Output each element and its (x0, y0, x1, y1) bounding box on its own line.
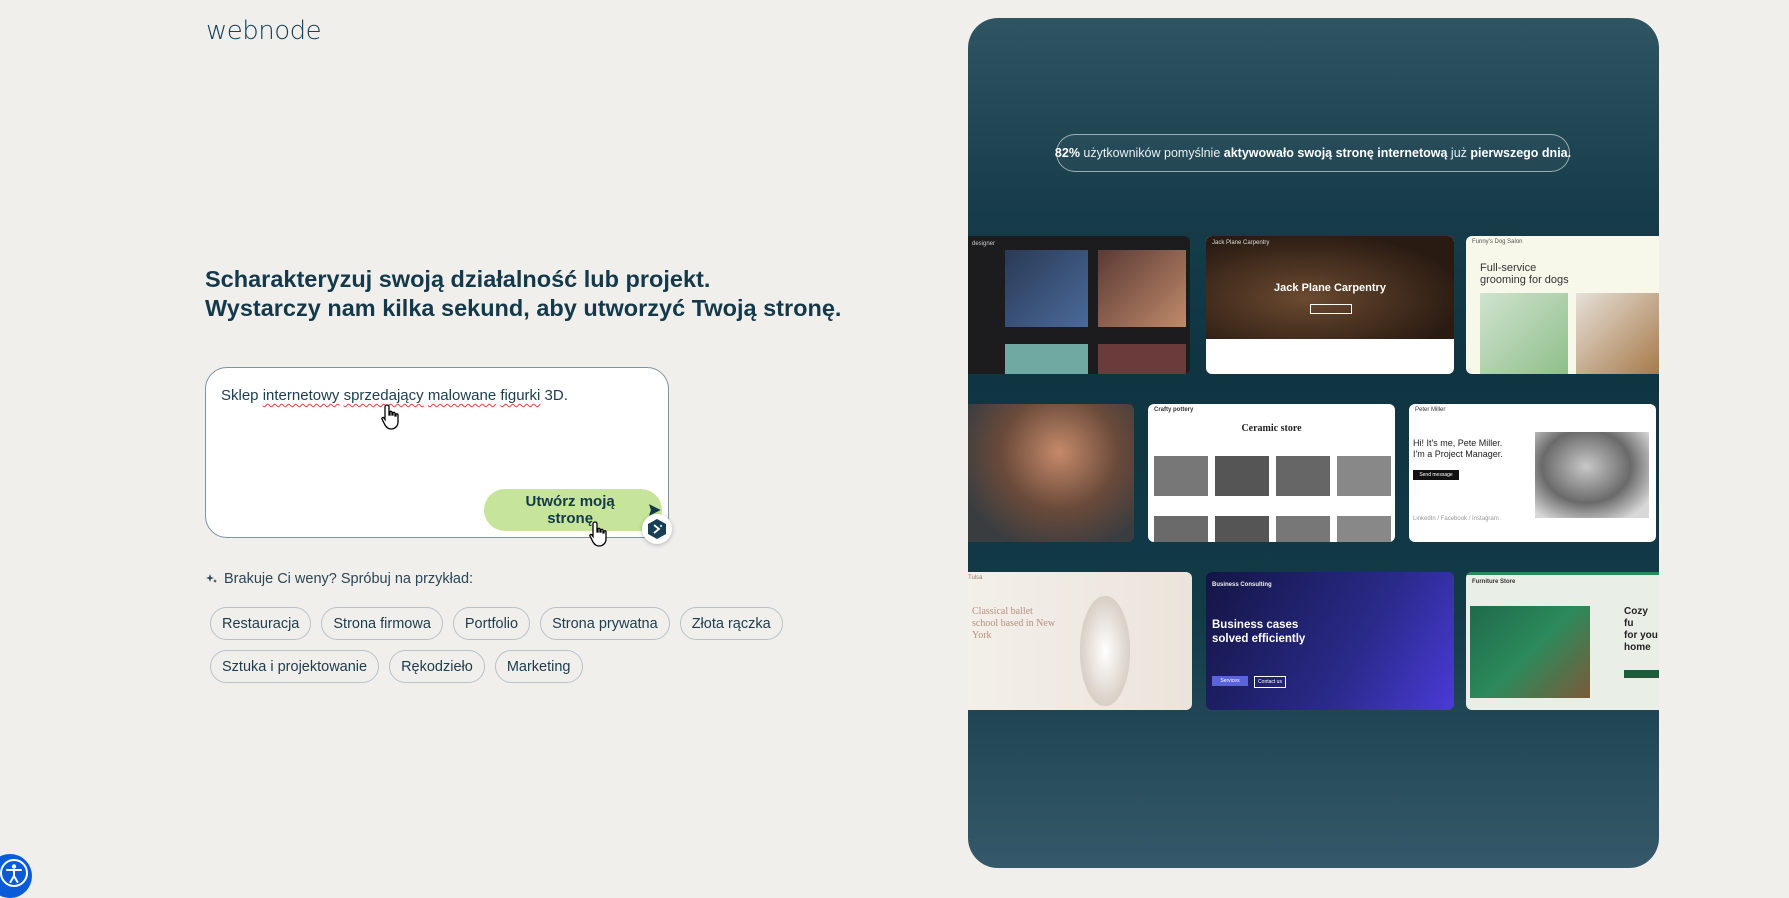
thumb-title: Jack Plane Carpentry (1274, 282, 1386, 294)
thumb-title: Full-service grooming for dogs (1480, 262, 1569, 286)
stat-bold-text: aktywowało swoją stronę internetową (1223, 146, 1448, 160)
thumb-cta: Send message (1413, 470, 1459, 480)
chip-zlota-raczka[interactable]: Złota rączka (679, 607, 783, 640)
thumb-title-line: grooming for dogs (1480, 274, 1569, 286)
chip-marketing[interactable]: Marketing (494, 650, 583, 683)
thumb-title-line: school based in New (972, 618, 1056, 629)
thumb-title: Cozy fu for you home (1624, 606, 1659, 654)
stat-text: już (1447, 146, 1471, 160)
example-chips: Restauracja Strona firmowa Portfolio Str… (210, 607, 810, 693)
template-thumb-project-manager[interactable]: Peter Miller Hi! It's me, Pete Miller. I… (1409, 404, 1656, 542)
thumb-title-line: home (1624, 642, 1651, 653)
thumb-title: Business cases solved efficiently (1212, 618, 1305, 646)
template-thumb-carpentry[interactable]: Jack Plane Carpentry Jack Plane Carpentr… (1206, 236, 1454, 374)
chip-strona-firmowa[interactable]: Strona firmowa (321, 607, 443, 640)
thumb-title-line: for you (1624, 630, 1658, 641)
hand-cursor-icon (381, 404, 399, 430)
word-misspelled: sprzedający (343, 387, 424, 404)
thumb-brand: Jack Plane Carpentry (1212, 240, 1270, 246)
word-misspelled: malowane (427, 387, 497, 404)
hand-cursor-icon (589, 521, 607, 547)
create-my-site-button[interactable]: Utwórz moją stronę (484, 489, 662, 531)
create-button-label: Utwórz moją stronę (525, 493, 615, 527)
business-description-textarea[interactable]: Sklep internetowy sprzedający malowane f… (205, 367, 672, 544)
thumb-title: Hi! It's me, Pete Miller. I'm a Project … (1413, 438, 1503, 460)
stat-bold-text: pierwszego dnia. (1470, 146, 1572, 160)
template-thumb-ballet[interactable]: Tulsa Classical ballet school based in N… (968, 572, 1192, 710)
thumb-brand: Crafty pottery (1154, 407, 1194, 413)
chip-portfolio[interactable]: Portfolio (452, 607, 531, 640)
chip-strona-prywatna[interactable]: Strona prywatna (540, 607, 670, 640)
accessibility-button[interactable] (0, 854, 32, 898)
thumb-brand: designer (972, 241, 996, 247)
thumb-brand: Funny's Dog Salon (1472, 239, 1523, 245)
accessibility-icon (0, 859, 28, 887)
thumb-btn: Services (1212, 676, 1248, 686)
sparkle-icon (206, 574, 217, 583)
word: 3D. (544, 387, 568, 404)
thumb-title-line: Full-service (1480, 262, 1537, 274)
thumb-brand: Tulsa (968, 575, 983, 581)
template-thumb-business-consulting[interactable]: Business Consulting Business cases solve… (1206, 572, 1454, 710)
examples-hint: Brakuje Ci weny? Spróbuj na przykład: (206, 571, 473, 587)
word-misspelled: internetowy (262, 387, 340, 404)
thumb-links: LinkedIn / Facebook / Instagram (1413, 516, 1499, 522)
thumb-brand: Furniture Store (1472, 579, 1516, 585)
template-thumb-designer[interactable]: designer (968, 236, 1190, 374)
page-headline: Scharakteryzuj swoją działalność lub pro… (205, 265, 905, 323)
chip-sztuka-i-projektowanie[interactable]: Sztuka i projektowanie (210, 650, 380, 683)
ai-assistant-badge[interactable] (642, 514, 672, 544)
thumb-title-line: I'm a Project Manager. (1413, 449, 1503, 459)
chip-restauracja[interactable]: Restauracja (210, 607, 312, 640)
activation-stat-pill: 82% użytkowników pomyślnie aktywowało sw… (1054, 134, 1572, 172)
headline-line-1: Scharakteryzuj swoją działalność lub pro… (205, 266, 711, 292)
thumb-title-line: Business cases (1212, 619, 1299, 631)
stat-text: użytkowników pomyślnie (1079, 146, 1224, 160)
word: Sklep (221, 387, 259, 404)
thumb-title-line: Classical ballet (972, 606, 1033, 617)
stat-percentage: 82% (1054, 146, 1080, 160)
examples-hint-text: Brakuje Ci weny? Spróbuj na przykład: (224, 571, 474, 587)
thumb-title-line: solved efficiently (1212, 633, 1306, 645)
headline-line-2: Wystarczy nam kilka sekund, aby utworzyć… (205, 295, 842, 321)
description-value: Sklep internetowy sprzedający malowane f… (221, 387, 568, 404)
showcase-panel: 82% użytkowników pomyślnie aktywowało sw… (968, 18, 1659, 868)
thumb-brand: Business Consulting (1212, 582, 1272, 588)
template-thumb-furniture[interactable]: Furniture Store Cozy fu for you home (1466, 572, 1659, 710)
word-misspelled: figurki (500, 387, 541, 404)
template-thumb-dog-salon[interactable]: Funny's Dog Salon Full-service grooming … (1466, 236, 1659, 374)
thumb-btn: Contact us (1254, 676, 1286, 688)
thumb-brand: Peter Miller (1415, 407, 1446, 413)
thumb-title-line: Hi! It's me, Pete Miller. (1413, 438, 1503, 448)
thumb-title: Ceramic store (1241, 423, 1302, 434)
ai-sparkle-icon (648, 519, 666, 539)
webnode-logo[interactable]: webnode (206, 16, 322, 46)
thumb-title-line: Cozy fu (1624, 606, 1648, 629)
template-thumb-pottery[interactable]: Crafty pottery Ceramic store (1148, 404, 1395, 542)
chip-rekodzielo[interactable]: Rękodzieło (389, 650, 485, 683)
thumb-title: Classical ballet school based in New Yor… (972, 606, 1055, 642)
thumb-title-line: York (972, 630, 992, 641)
template-thumb-portrait[interactable] (968, 404, 1134, 542)
